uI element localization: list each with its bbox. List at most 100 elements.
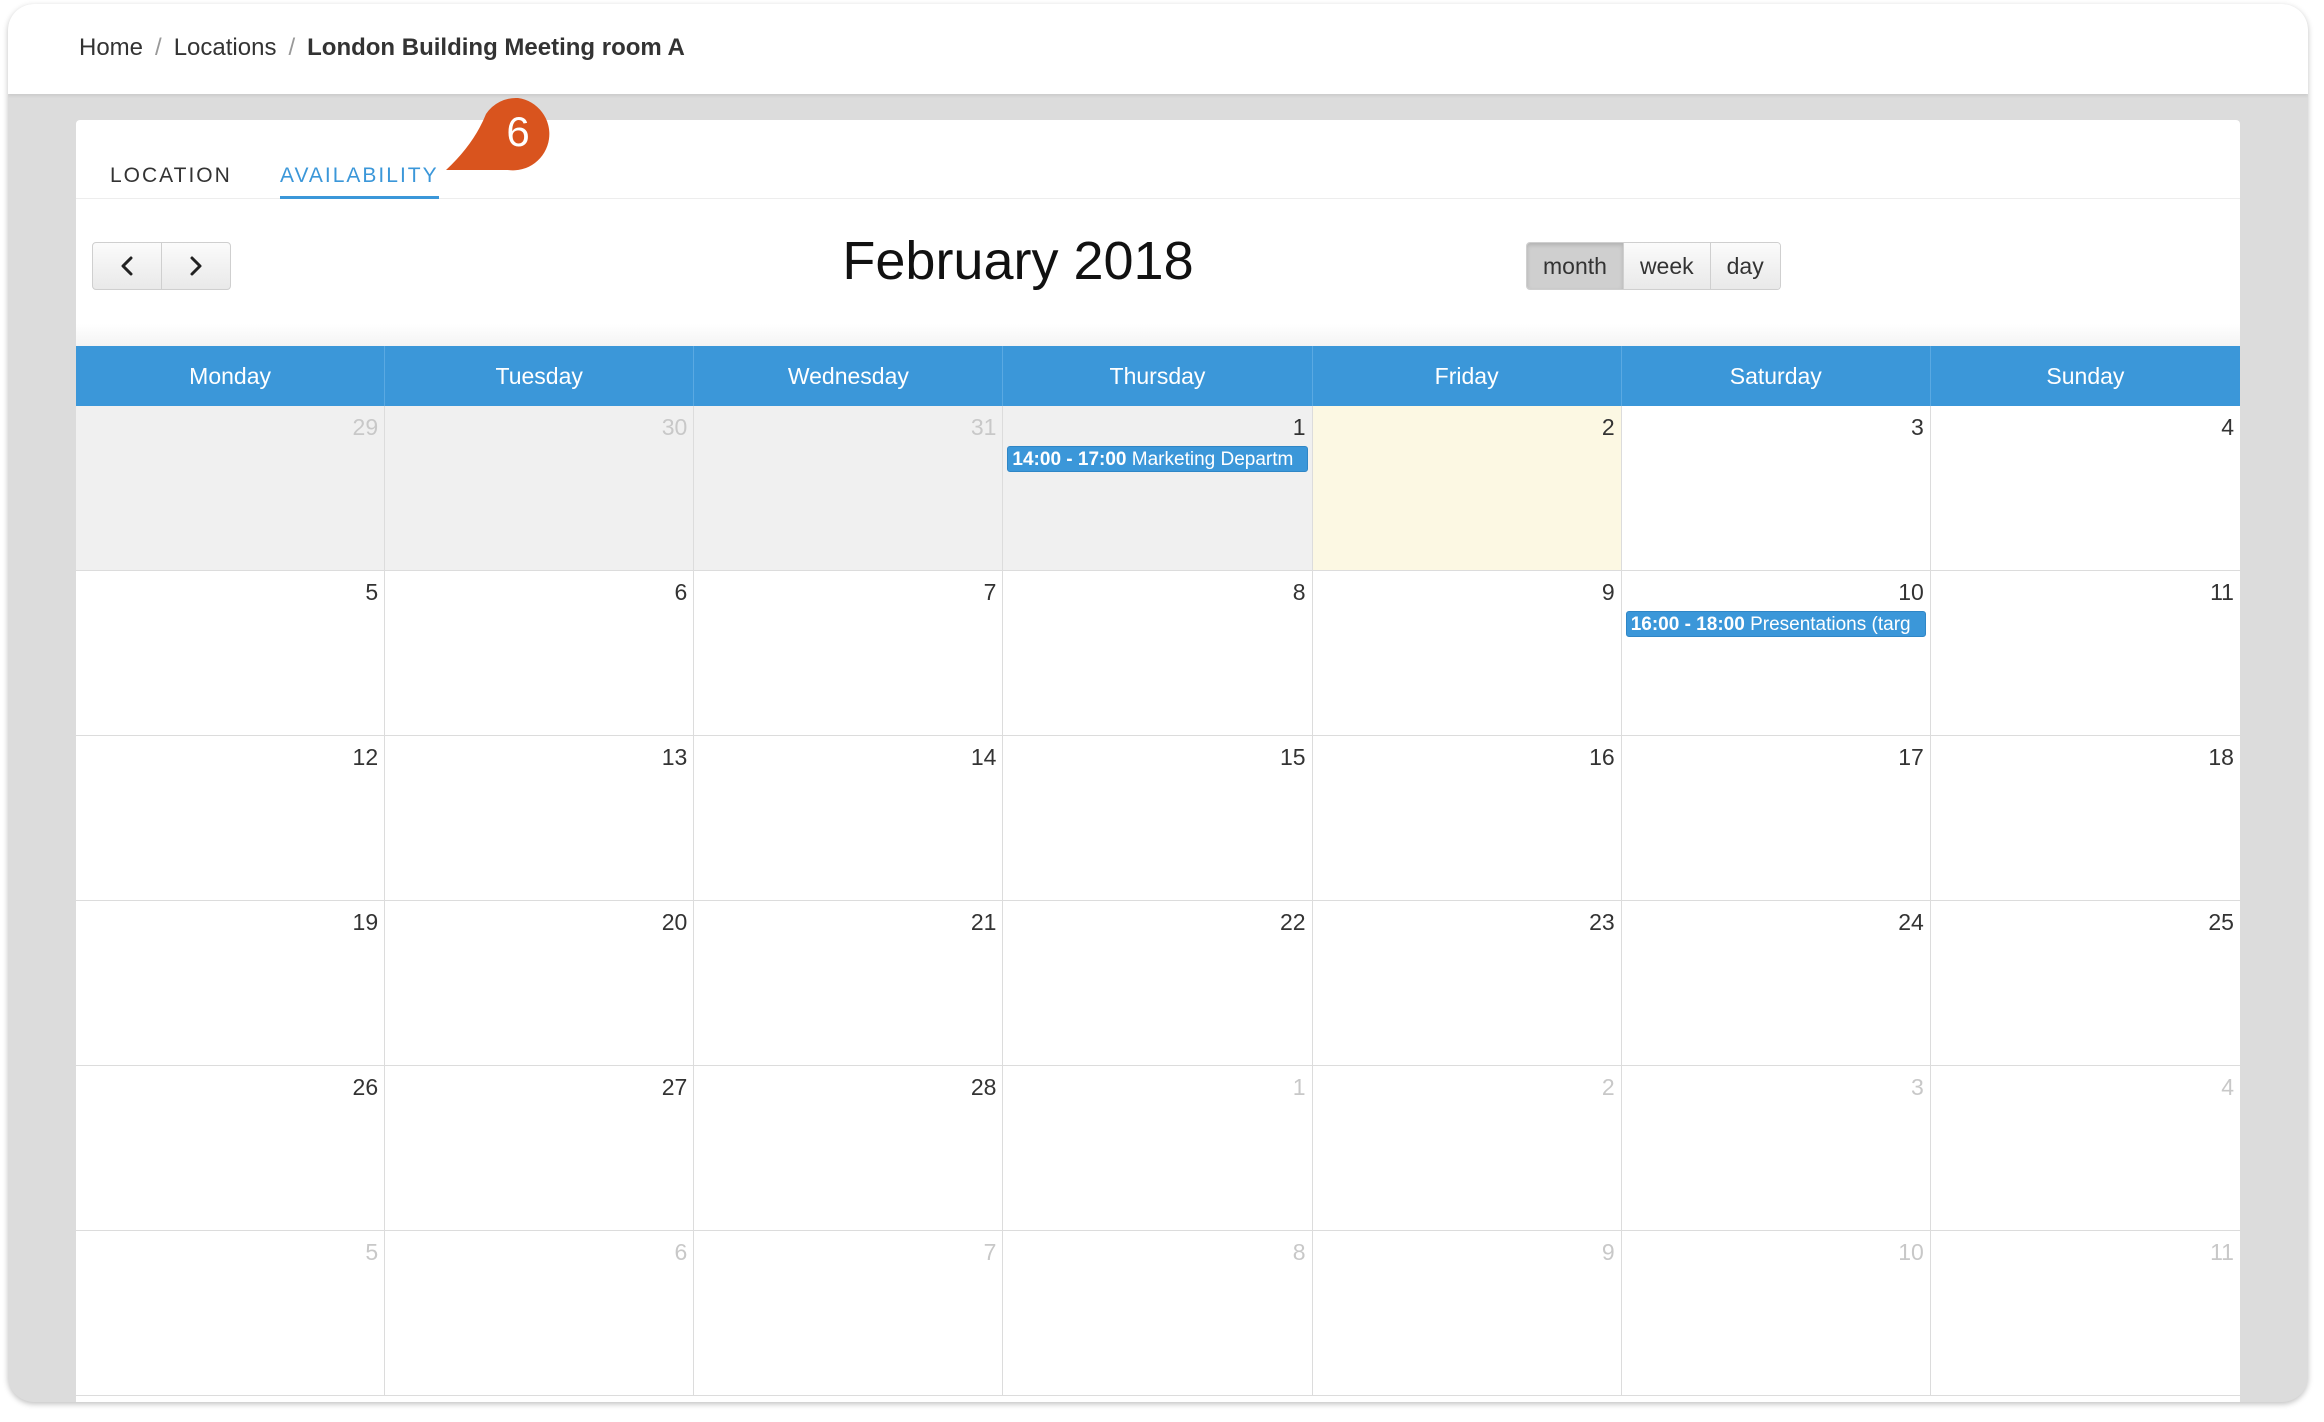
day-number[interactable]: 9: [1602, 579, 1615, 606]
day-cell[interactable]: 3: [1621, 1066, 1931, 1231]
day-cell[interactable]: 23: [1312, 901, 1622, 1066]
tab-location[interactable]: LOCATION: [110, 164, 232, 196]
day-number[interactable]: 12: [353, 744, 379, 771]
day-number[interactable]: 29: [353, 414, 379, 441]
day-number[interactable]: 25: [2208, 909, 2234, 936]
day-cell[interactable]: 16: [1312, 736, 1622, 901]
day-number[interactable]: 20: [662, 909, 688, 936]
day-cell[interactable]: 7: [694, 571, 1004, 736]
breadcrumb-locations[interactable]: Locations: [174, 34, 277, 62]
day-cell[interactable]: 28: [694, 1066, 1004, 1231]
day-cell[interactable]: 7: [694, 1231, 1004, 1396]
day-number[interactable]: 22: [1280, 909, 1306, 936]
day-cell[interactable]: 31: [694, 406, 1004, 571]
view-week-button[interactable]: week: [1622, 243, 1710, 289]
day-number[interactable]: 13: [662, 744, 688, 771]
day-number[interactable]: 27: [662, 1074, 688, 1101]
day-number[interactable]: 7: [984, 579, 997, 606]
day-cell[interactable]: 4: [1930, 406, 2240, 571]
day-cell[interactable]: 10: [1621, 1231, 1931, 1396]
day-cell[interactable]: 11: [1930, 1231, 2240, 1396]
day-number[interactable]: 18: [2208, 744, 2234, 771]
day-number[interactable]: 3: [1911, 414, 1924, 441]
day-cell[interactable]: 12: [76, 736, 386, 901]
day-number[interactable]: 6: [674, 1239, 687, 1266]
day-cell[interactable]: 6: [385, 1231, 695, 1396]
day-cell[interactable]: 26: [76, 1066, 386, 1231]
day-number[interactable]: 30: [662, 414, 688, 441]
day-number[interactable]: 5: [365, 1239, 378, 1266]
day-cell[interactable]: 14: [694, 736, 1004, 901]
day-number[interactable]: 4: [2221, 1074, 2234, 1101]
day-number[interactable]: 14: [971, 744, 997, 771]
day-cell[interactable]: 11: [1930, 571, 2240, 736]
day-cell[interactable]: 13: [385, 736, 695, 901]
day-cell[interactable]: 5: [76, 571, 386, 736]
day-cell[interactable]: 3: [1621, 406, 1931, 571]
day-cell[interactable]: 25: [1930, 901, 2240, 1066]
day-number[interactable]: 16: [1589, 744, 1615, 771]
day-number[interactable]: 17: [1898, 744, 1924, 771]
day-cell[interactable]: 30: [385, 406, 695, 571]
day-number[interactable]: 8: [1293, 579, 1306, 606]
view-day-button[interactable]: day: [1709, 243, 1780, 289]
calendar-event[interactable]: 16:00 - 18:00 Presentations (targ: [1625, 611, 1926, 637]
day-number[interactable]: 3: [1911, 1074, 1924, 1101]
day-cell[interactable]: 9: [1312, 571, 1622, 736]
day-number[interactable]: 26: [353, 1074, 379, 1101]
day-cell[interactable]: 27: [385, 1066, 695, 1231]
calendar-title: February 2018: [842, 231, 1194, 291]
day-cell[interactable]: 18: [1930, 736, 2240, 901]
weekday-tuesday: Tuesday: [385, 346, 695, 406]
app-frame: Home / Locations / London Building Meeti…: [8, 4, 2308, 1402]
day-number[interactable]: 7: [984, 1239, 997, 1266]
day-number[interactable]: 6: [674, 579, 687, 606]
day-number[interactable]: 19: [353, 909, 379, 936]
view-month-button[interactable]: month: [1527, 243, 1623, 289]
day-cell[interactable]: 6: [385, 571, 695, 736]
day-number[interactable]: 11: [2210, 579, 2234, 606]
day-number[interactable]: 28: [971, 1074, 997, 1101]
day-number[interactable]: 9: [1602, 1239, 1615, 1266]
day-cell[interactable]: 15: [1003, 736, 1313, 901]
day-cell[interactable]: 4: [1930, 1066, 2240, 1231]
day-cell[interactable]: 8: [1003, 1231, 1313, 1396]
day-number[interactable]: 2: [1602, 414, 1615, 441]
day-cell[interactable]: 2: [1312, 406, 1622, 571]
weekday-header: Monday Tuesday Wednesday Thursday Friday Satu…: [76, 346, 2240, 406]
day-cell[interactable]: 5: [76, 1231, 386, 1396]
day-number[interactable]: 24: [1898, 909, 1924, 936]
day-number[interactable]: 1: [1293, 1074, 1306, 1101]
day-cell[interactable]: 22: [1003, 901, 1313, 1066]
day-cell[interactable]: 20: [385, 901, 695, 1066]
day-number[interactable]: 2: [1602, 1074, 1615, 1101]
day-number[interactable]: 8: [1293, 1239, 1306, 1266]
day-number[interactable]: 15: [1280, 744, 1306, 771]
weekday-wednesday: Wednesday: [694, 346, 1004, 406]
day-cell[interactable]: 2: [1312, 1066, 1622, 1231]
day-cell[interactable]: 19: [76, 901, 386, 1066]
day-cell[interactable]: 24: [1621, 901, 1931, 1066]
day-number[interactable]: 31: [971, 414, 997, 441]
tab-availability[interactable]: AVAILABILITY: [280, 164, 439, 199]
day-cell[interactable]: 9: [1312, 1231, 1622, 1396]
day-number[interactable]: 21: [971, 909, 997, 936]
day-cell[interactable]: 1: [1003, 1066, 1313, 1231]
day-number[interactable]: 1: [1293, 414, 1306, 441]
event-time: 14:00 - 17:00: [1012, 449, 1127, 470]
day-cell[interactable]: 1 14:00 - 17:00 Marketing Departm: [1003, 406, 1313, 571]
day-number[interactable]: 11: [2210, 1239, 2234, 1266]
calendar-event[interactable]: 14:00 - 17:00 Marketing Departm: [1007, 446, 1308, 472]
day-number[interactable]: 10: [1898, 1239, 1924, 1266]
day-cell[interactable]: 21: [694, 901, 1004, 1066]
breadcrumb-home[interactable]: Home: [79, 34, 143, 62]
day-cell[interactable]: 29: [76, 406, 386, 571]
day-cell[interactable]: 10 16:00 - 18:00 Presentations (targ: [1621, 571, 1931, 736]
day-number[interactable]: 23: [1589, 909, 1615, 936]
day-cell[interactable]: 8: [1003, 571, 1313, 736]
day-number[interactable]: 5: [365, 579, 378, 606]
event-title: Marketing Departm: [1131, 449, 1294, 470]
day-number[interactable]: 10: [1898, 579, 1924, 606]
day-number[interactable]: 4: [2221, 414, 2234, 441]
day-cell[interactable]: 17: [1621, 736, 1931, 901]
